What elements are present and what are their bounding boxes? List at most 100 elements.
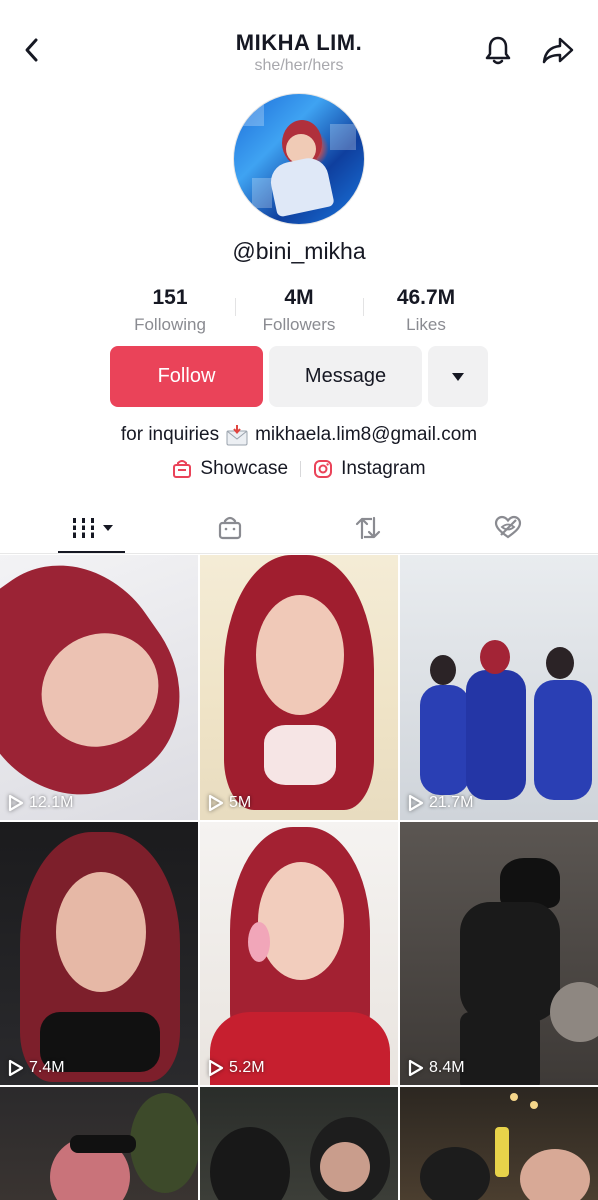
view-count: 8.4M	[408, 1059, 465, 1077]
video-thumbnail[interactable]	[0, 1087, 198, 1200]
avatar-tile	[242, 104, 264, 126]
shop-bag-icon	[218, 516, 242, 540]
view-count: 12.1M	[8, 794, 73, 812]
following-stat[interactable]: 151 Following	[110, 286, 230, 335]
stat-divider	[363, 298, 364, 316]
tab-reposts[interactable]	[334, 508, 402, 548]
avatar-tile	[330, 124, 356, 150]
view-count-text: 7.4M	[29, 1059, 65, 1076]
thumb-shape	[420, 1147, 490, 1200]
thumb-shape	[258, 862, 344, 980]
liked-hidden-icon	[494, 515, 522, 539]
more-options-button[interactable]	[428, 346, 488, 407]
thumb-shape	[248, 922, 270, 962]
showcase-link[interactable]: Showcase	[172, 458, 288, 480]
avatar[interactable]	[233, 93, 365, 225]
profile-links: Showcase Instagram	[0, 458, 598, 480]
message-button[interactable]: Message	[269, 346, 422, 407]
likes-stat[interactable]: 46.7M Likes	[366, 286, 486, 335]
view-count-text: 8.4M	[429, 1059, 465, 1076]
avatar-tile	[252, 178, 272, 208]
link-separator	[300, 461, 302, 477]
share-arrow-icon	[542, 37, 574, 64]
play-icon	[408, 794, 424, 812]
tab-liked[interactable]	[474, 508, 542, 548]
bio-prefix: for inquiries	[120, 424, 220, 445]
bio: for inquiries mikhaela.lim8@gmail.com	[0, 424, 598, 446]
view-count: 7.4M	[8, 1059, 65, 1077]
play-icon	[8, 794, 24, 812]
play-icon	[208, 794, 224, 812]
bell-icon	[485, 36, 511, 65]
videos-grid-icon	[70, 518, 113, 538]
following-count: 151	[152, 286, 188, 309]
tab-shop[interactable]	[196, 508, 264, 548]
thumb-shape	[264, 725, 336, 785]
thumb-shape	[420, 685, 470, 795]
thumb-shape	[320, 1142, 370, 1192]
followers-count: 4M	[284, 286, 314, 309]
active-tab-indicator	[58, 551, 125, 553]
video-thumbnail[interactable]: 5M	[200, 555, 398, 820]
video-thumbnail[interactable]: 21.7M	[400, 555, 598, 820]
likes-count: 46.7M	[396, 286, 456, 309]
instagram-link[interactable]: Instagram	[313, 458, 426, 480]
thumb-shape	[466, 670, 526, 800]
thumb-shape	[256, 595, 344, 715]
play-icon	[408, 1059, 424, 1077]
view-count-text: 5M	[229, 794, 252, 811]
video-grid: 12.1M 5M 21.7M 7.4M 5.2M 8.4M	[0, 555, 598, 1200]
thumb-shape	[546, 647, 574, 679]
video-thumbnail[interactable]: 7.4M	[0, 822, 198, 1085]
thumb-shape	[210, 1127, 290, 1200]
content-tabs	[0, 500, 598, 554]
likes-label: Likes	[406, 315, 446, 334]
following-label: Following	[134, 315, 206, 334]
caret-down-icon	[452, 372, 464, 381]
view-count-text: 21.7M	[429, 794, 474, 811]
view-count: 5M	[208, 794, 251, 812]
envelope-icon	[226, 425, 248, 446]
thumb-shape	[550, 982, 598, 1042]
view-count: 21.7M	[408, 794, 473, 812]
followers-label: Followers	[262, 315, 336, 334]
thumb-shape	[495, 1127, 509, 1177]
tab-videos[interactable]	[58, 508, 126, 548]
stat-divider	[235, 298, 236, 316]
play-icon	[208, 1059, 224, 1077]
notification-button[interactable]	[478, 30, 518, 70]
bio-email[interactable]: mikhaela.lim8@gmail.com	[255, 424, 477, 446]
view-count: 5.2M	[208, 1059, 265, 1077]
thumb-shape	[460, 902, 560, 1022]
share-button[interactable]	[538, 30, 578, 70]
thumb-shape	[56, 872, 146, 992]
video-thumbnail[interactable]	[400, 1087, 598, 1200]
thumb-shape	[460, 1012, 540, 1085]
thumb-shape	[530, 1101, 538, 1109]
avatar-outfit	[267, 154, 335, 218]
thumb-shape	[480, 640, 510, 674]
thumb-shape	[500, 858, 560, 908]
showcase-label: Showcase	[200, 458, 289, 479]
view-count-text: 12.1M	[29, 794, 74, 811]
thumb-shape	[70, 1135, 136, 1153]
view-count-text: 5.2M	[229, 1059, 265, 1076]
thumb-shape	[510, 1093, 518, 1101]
video-thumbnail[interactable]: 8.4M	[400, 822, 598, 1085]
thumb-shape	[534, 680, 592, 800]
instagram-label: Instagram	[341, 458, 426, 479]
video-thumbnail[interactable]	[200, 1087, 398, 1200]
video-thumbnail[interactable]: 5.2M	[200, 822, 398, 1085]
video-thumbnail[interactable]: 12.1M	[0, 555, 198, 820]
follow-button[interactable]: Follow	[110, 346, 263, 407]
shop-bag-icon	[173, 460, 192, 478]
thumb-shape	[520, 1149, 590, 1200]
profile-header: MIKHA LIM. she/her/hers	[0, 0, 598, 90]
instagram-icon	[314, 460, 333, 478]
username: @bini_mikha	[232, 238, 366, 264]
play-icon	[8, 1059, 24, 1077]
repost-icon	[355, 516, 381, 540]
thumb-shape	[430, 655, 456, 685]
thumb-shape	[130, 1093, 198, 1193]
followers-stat[interactable]: 4M Followers	[239, 286, 359, 335]
